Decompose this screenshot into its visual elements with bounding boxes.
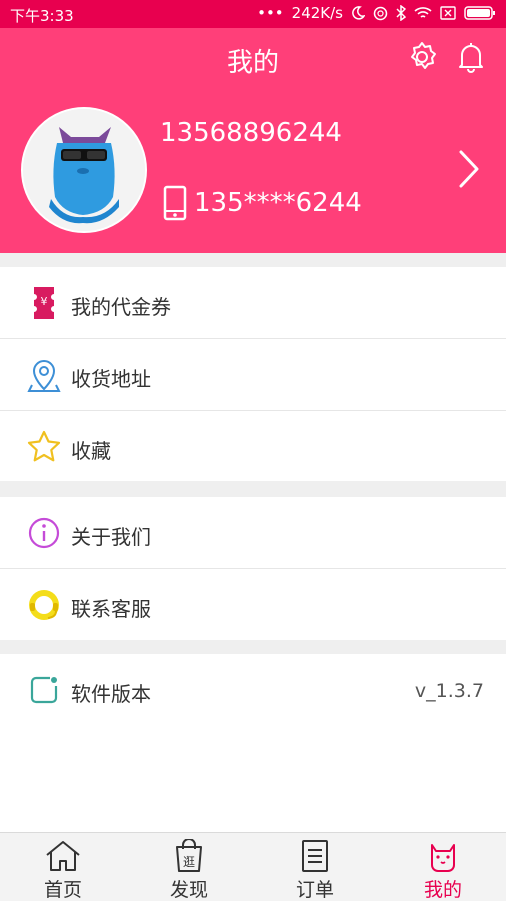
menu-label: 联系客服 xyxy=(71,597,151,621)
bag-icon-text: 逛 xyxy=(183,855,195,869)
sim-off-icon xyxy=(440,6,456,20)
menu-item-address[interactable]: 收货地址 xyxy=(0,339,506,411)
svg-text:¥: ¥ xyxy=(41,295,48,308)
bag-icon: 逛 xyxy=(176,839,202,872)
wifi-icon xyxy=(414,7,432,18)
menu-item-version[interactable]: 软件版本 v_1.3.7 xyxy=(0,654,506,725)
menu-item-vouchers[interactable]: ¥ 我的代金券 xyxy=(0,267,506,339)
tab-label: 订单 xyxy=(295,879,334,901)
tab-orders[interactable]: 订单 xyxy=(252,833,378,901)
menu-item-favorites[interactable]: 收藏 xyxy=(0,411,506,481)
cat-icon xyxy=(431,844,455,872)
location-icon xyxy=(27,360,61,392)
battery-icon xyxy=(464,6,495,20)
menu-label: 我的代金券 xyxy=(71,295,171,319)
menu-item-about[interactable]: 关于我们 xyxy=(0,497,506,569)
tab-label: 首页 xyxy=(43,879,82,901)
network-speed: 242K/s xyxy=(291,4,343,22)
voucher-icon: ¥ xyxy=(34,287,54,319)
moon-icon xyxy=(352,6,365,20)
user-phone: 13568896244 xyxy=(160,118,342,148)
bluetooth-icon xyxy=(396,5,406,21)
avatar[interactable] xyxy=(21,107,147,233)
tab-home[interactable]: 首页 xyxy=(0,833,126,901)
menu-label: 关于我们 xyxy=(71,525,151,549)
version-icon xyxy=(30,676,58,704)
notification-dots: ••• xyxy=(257,4,284,22)
tab-mine[interactable]: 我的 xyxy=(380,833,506,901)
menu-label: 软件版本 xyxy=(71,682,151,706)
tab-label: 我的 xyxy=(423,879,462,901)
status-bar: 下午3:33 ••• 242K/s xyxy=(0,0,506,28)
avatar-image xyxy=(23,109,145,231)
section-divider xyxy=(0,253,506,267)
order-icon xyxy=(302,840,328,872)
menu-label: 收藏 xyxy=(71,439,111,463)
chevron-right-icon[interactable] xyxy=(455,148,483,190)
profile-header: 我的 13568896244 135****6244 xyxy=(0,28,506,253)
mobile-phone-icon xyxy=(163,185,187,221)
section-divider xyxy=(0,640,506,654)
info-icon xyxy=(28,517,60,549)
tab-discover[interactable]: 逛 发现 xyxy=(126,833,252,901)
status-time: 下午3:33 xyxy=(10,7,74,25)
section-divider xyxy=(0,481,506,497)
headset-icon xyxy=(29,590,59,620)
bound-phone: 135****6244 xyxy=(194,188,362,218)
star-icon xyxy=(27,430,61,462)
menu-item-customer-service[interactable]: 联系客服 xyxy=(0,569,506,640)
bell-icon[interactable] xyxy=(454,40,488,74)
version-value: v_1.3.7 xyxy=(414,680,484,702)
home-icon xyxy=(46,841,80,871)
alarm-icon xyxy=(373,6,388,20)
tab-label: 发现 xyxy=(169,879,208,901)
gear-icon[interactable] xyxy=(405,40,439,74)
menu-label: 收货地址 xyxy=(71,367,151,391)
bottom-tab-bar: 首页 逛 发现 订单 我的 xyxy=(0,832,506,901)
